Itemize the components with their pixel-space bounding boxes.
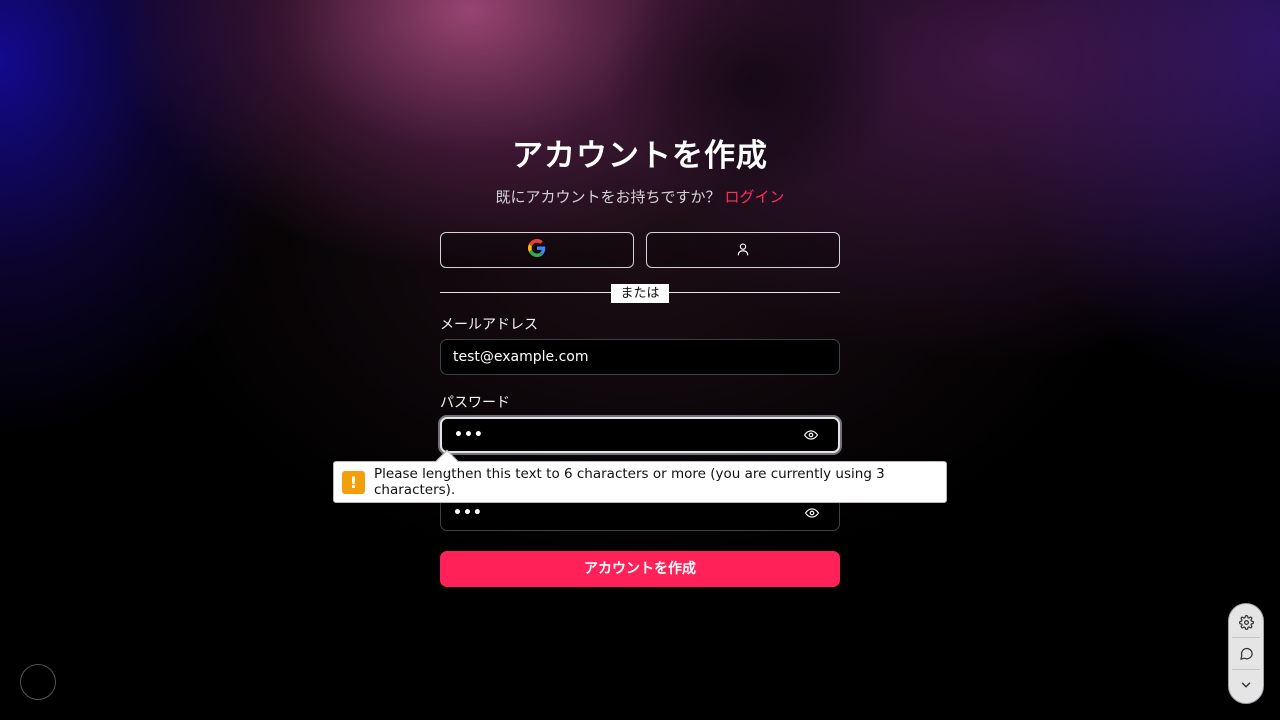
page-title: アカウントを作成 [512,138,768,174]
password-value: ••• [454,427,484,443]
dev-toolbar [1228,603,1264,704]
confirm-password-value: ••• [453,505,483,521]
google-signin-button[interactable] [440,232,634,268]
user-icon [736,241,750,260]
toolbar-divider [1232,637,1260,639]
login-prompt-text: 既にアカウントをお持ちですか？ [495,188,721,206]
eye-icon[interactable] [804,505,820,521]
anonymous-signin-button[interactable] [646,232,840,268]
validation-tooltip: ! Please lengthen this text to 6 charact… [333,449,947,503]
email-value: test@example.com [453,349,589,365]
chevron-down-icon[interactable] [1236,675,1256,695]
validation-message: Please lengthen this text to 6 character… [374,466,885,498]
chat-icon[interactable] [1236,644,1256,664]
email-field[interactable]: test@example.com [440,339,840,375]
password-field[interactable]: ••• [440,417,840,453]
toolbar-divider [1232,668,1260,670]
divider-label: または [611,284,669,303]
create-account-button[interactable]: アカウントを作成 [440,551,840,587]
gear-icon[interactable] [1236,612,1256,632]
email-label: メールアドレス [440,317,538,333]
warning-icon: ! [342,470,365,494]
google-icon [528,239,546,261]
login-link[interactable]: ログイン [725,188,785,206]
login-prompt: 既にアカウントをお持ちですか？ ログイン [440,186,840,207]
eye-icon[interactable] [803,427,819,443]
floating-circle-button[interactable] [20,664,56,700]
password-label: パスワード [440,395,510,411]
